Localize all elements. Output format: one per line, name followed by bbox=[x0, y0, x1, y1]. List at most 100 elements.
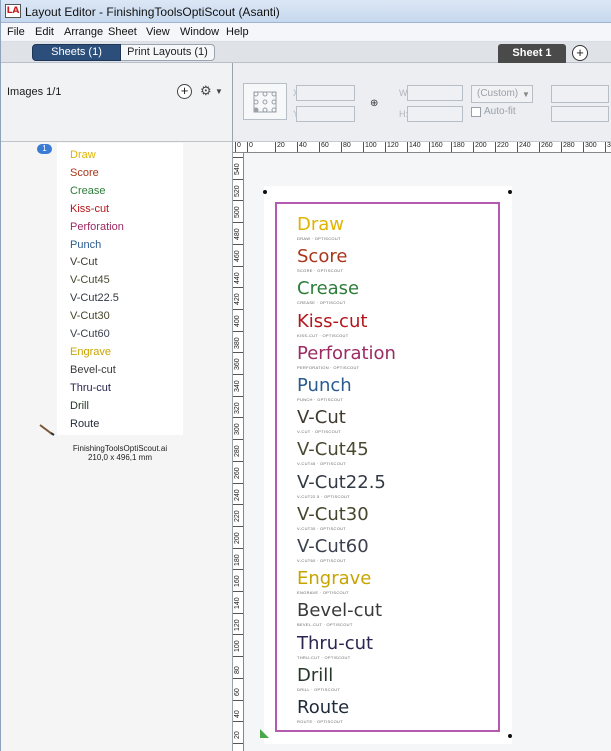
ruler-tick-label: 480 bbox=[234, 228, 241, 241]
image-file-name: FinishingToolsOptiScout.ai bbox=[72, 444, 168, 453]
menu-help[interactable]: Help bbox=[226, 26, 249, 38]
ruler-tick: 220 bbox=[233, 504, 243, 524]
add-sheet-button[interactable]: + bbox=[572, 45, 588, 61]
ruler-tick-label: 240 bbox=[517, 142, 531, 152]
title-bar: LA Layout Editor - FinishingToolsOptiSco… bbox=[1, 0, 611, 23]
width-field[interactable] bbox=[407, 85, 463, 101]
artwork-label: Punch bbox=[297, 375, 352, 396]
selection-handle-top-right[interactable] bbox=[508, 190, 512, 194]
artwork-label: Engrave bbox=[297, 568, 372, 590]
menu-view[interactable]: View bbox=[146, 26, 170, 38]
tab-print-layouts[interactable]: Print Layouts (1) bbox=[121, 44, 215, 61]
ruler-tick-label: 20 bbox=[275, 142, 285, 152]
layout-canvas[interactable]: Draw DRAW · OPTISCOUT Score SCORE · OPTISCO… bbox=[244, 153, 611, 751]
height-field[interactable] bbox=[407, 106, 463, 122]
ruler-tick: 120 bbox=[233, 612, 243, 633]
reference-point-selector[interactable] bbox=[243, 83, 287, 120]
chevron-down-icon[interactable]: ▼ bbox=[215, 87, 223, 96]
layout-editor-window: LA Layout Editor - FinishingToolsOptiSco… bbox=[0, 0, 611, 751]
thumbnail-item: Crease bbox=[70, 184, 106, 197]
thumbnail-item: Drill bbox=[70, 399, 89, 412]
images-panel-header: Images 1/1 + ⚙ ▼ bbox=[1, 63, 232, 142]
ruler-tick: 160 bbox=[233, 569, 243, 589]
menu-file[interactable]: File bbox=[7, 26, 25, 38]
reference-grid-icon bbox=[253, 91, 277, 113]
artwork-sublabel: ROUTE · OPTISCOUT bbox=[297, 719, 343, 724]
menu-sheet[interactable]: Sheet bbox=[108, 26, 137, 38]
ruler-tick: 40 bbox=[233, 699, 243, 720]
menu-arrange[interactable]: Arrange bbox=[64, 26, 103, 38]
ruler-tick-label: 440 bbox=[234, 271, 241, 284]
ruler-tick-label: 400 bbox=[234, 315, 241, 327]
tab-sheets[interactable]: Sheets (1) bbox=[32, 44, 121, 61]
artwork-sublabel: PERFORATION · OPTISCOUT bbox=[297, 364, 360, 370]
menu-bar: File Edit Arrange Sheet View Window Help bbox=[1, 23, 611, 42]
ruler-tick-label: 80 bbox=[341, 142, 351, 152]
thumbnail-item: V-Cut45 bbox=[70, 274, 110, 287]
thumbnail-item: Bevel-cut bbox=[70, 363, 116, 376]
vertical-ruler: 540 520 500 480 460 440 420 400 380 360 340 320 300 2… bbox=[233, 153, 244, 751]
ruler-tick: 460 bbox=[233, 243, 243, 264]
ruler-tick-label: 200 bbox=[473, 142, 487, 152]
image-thumbnail[interactable]: Draw Score Crease Kiss-cut Perforation Punch V… bbox=[57, 143, 183, 435]
thumbnail-item: Thru-cut bbox=[70, 381, 111, 394]
tab-sheet-1[interactable]: Sheet 1 bbox=[498, 44, 566, 63]
artwork-label: V-Cut30 bbox=[297, 503, 369, 525]
artwork-label: Perforation bbox=[297, 342, 396, 364]
ruler-tick-label: 100 bbox=[234, 640, 241, 653]
artwork-sublabel: ENGRAVE · OPTISCOUT bbox=[297, 590, 349, 596]
thumbnail-item: Score bbox=[70, 166, 99, 179]
x-field[interactable] bbox=[296, 85, 355, 101]
thumbnail-item: V-Cut22.5 bbox=[70, 292, 119, 305]
artwork-label: Thru-cut bbox=[297, 632, 374, 654]
artwork-sublabel: THRU-CUT · OPTISCOUT bbox=[297, 654, 351, 660]
thumbnail-item: Perforation bbox=[70, 220, 124, 233]
ruler-tick-label: 420 bbox=[234, 293, 241, 306]
thumbnail-item: Route bbox=[70, 417, 100, 430]
ruler-tick: 140 bbox=[233, 591, 243, 611]
ruler-tick-label: 80 bbox=[234, 666, 241, 675]
thumbnail-item: Engrave bbox=[70, 345, 111, 358]
ruler-tick: 240 bbox=[233, 482, 243, 503]
placed-artwork[interactable]: Draw DRAW · OPTISCOUT Score SCORE · OPTISCO… bbox=[275, 202, 500, 732]
ruler-tick-label: 160 bbox=[234, 575, 241, 588]
ruler-tick-label: 360 bbox=[234, 358, 241, 371]
image-file-size: 210,0 x 496,1 mm bbox=[87, 453, 153, 462]
artwork-label: Route bbox=[297, 697, 350, 718]
ruler-tick: 20 bbox=[233, 721, 243, 741]
ruler-tick-label: 180 bbox=[451, 142, 465, 152]
gear-icon[interactable]: ⚙ bbox=[200, 83, 212, 99]
autofit-label: Auto-fit bbox=[484, 106, 516, 117]
ruler-tick-label: 300 bbox=[234, 423, 241, 436]
ruler-tick-label: 180 bbox=[234, 553, 241, 566]
extra-field-2[interactable] bbox=[551, 106, 609, 122]
ruler-tick-label: 340 bbox=[234, 380, 241, 392]
pencil-icon[interactable] bbox=[38, 423, 56, 437]
images-count: Images 1/1 bbox=[7, 86, 62, 98]
ruler-tick: 540 bbox=[233, 157, 243, 177]
autofit-checkbox[interactable] bbox=[471, 107, 481, 117]
selection-handle-bottom-right[interactable] bbox=[508, 734, 512, 738]
artwork-sublabel: V-CUT60 · OPTISCOUT bbox=[297, 558, 347, 563]
ruler-tick-label: 260 bbox=[539, 142, 553, 152]
ruler-tick: 380 bbox=[233, 330, 243, 351]
ruler-tick: 480 bbox=[233, 222, 243, 242]
y-field[interactable] bbox=[296, 106, 355, 122]
plus-icon: + bbox=[576, 45, 584, 60]
ruler-tick: 300 bbox=[233, 417, 243, 437]
menu-window[interactable]: Window bbox=[180, 26, 219, 38]
add-image-button[interactable]: + bbox=[177, 84, 192, 99]
artwork-sublabel: BEVEL-CUT · OPTISCOUT bbox=[297, 622, 353, 628]
artwork-label: Score bbox=[297, 246, 348, 268]
extra-field-1[interactable] bbox=[551, 85, 609, 103]
thumbnail-item: V-Cut30 bbox=[70, 310, 110, 323]
link-proportions-icon[interactable]: ⊕ bbox=[370, 98, 378, 109]
ruler-tick-label: 320 bbox=[234, 402, 241, 414]
menu-edit[interactable]: Edit bbox=[35, 26, 54, 38]
artwork-sublabel: CREASE · OPTISCOUT bbox=[297, 300, 346, 306]
ruler-tick-label: 300 bbox=[583, 142, 597, 152]
selection-handle-top-left[interactable] bbox=[263, 190, 267, 194]
app-logo-icon: LA bbox=[5, 4, 21, 18]
ruler-tick-label: 40 bbox=[234, 709, 241, 718]
ruler-tick-label: 120 bbox=[385, 142, 399, 152]
